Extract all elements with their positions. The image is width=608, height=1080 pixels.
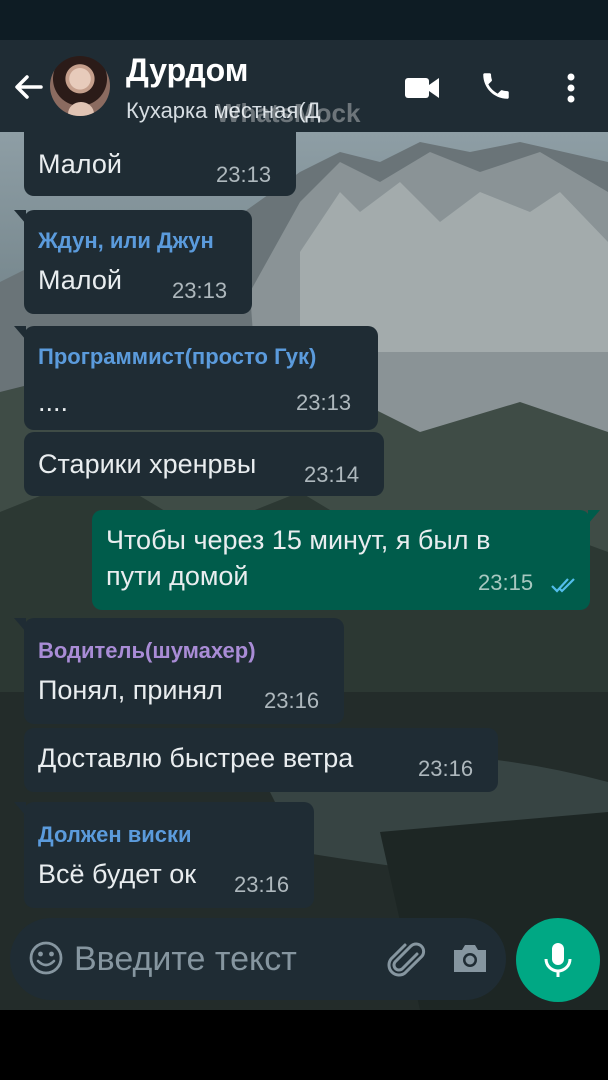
phone-icon [483, 73, 509, 99]
message-text: Малой [38, 149, 122, 179]
message-bubble[interactable]: Доставлю быстрее ветра 23:16 [24, 728, 498, 792]
bubble-tail [14, 802, 26, 816]
chat-title[interactable]: Дурдом [126, 52, 248, 89]
sender-name[interactable]: Программист(просто Гук) [38, 344, 316, 370]
message-composer [10, 918, 506, 1000]
double-check-icon [551, 578, 575, 593]
message-text: пути домой [106, 561, 249, 591]
message-time: 23:16 [418, 756, 474, 781]
voice-message-button[interactable] [516, 918, 600, 1002]
back-arrow-icon [15, 75, 43, 99]
camera-button[interactable] [450, 938, 490, 978]
microphone-icon [544, 943, 572, 977]
message-text: Чтобы через 15 минут, я был в [106, 525, 491, 555]
voice-call-button[interactable] [476, 66, 516, 106]
sender-name[interactable]: Ждун, или Джун [38, 228, 214, 254]
more-options-button[interactable] [556, 66, 586, 110]
bubble-tail [588, 510, 600, 524]
message-bubble[interactable]: Программист(просто Гук) .... 23:13 [14, 326, 378, 430]
camera-icon [454, 945, 486, 972]
avatar[interactable] [50, 56, 110, 116]
sender-name[interactable]: Должен виски [38, 822, 192, 848]
message-bubble[interactable]: Старики хренрвы 23:14 [24, 432, 384, 496]
emoji-icon [29, 941, 63, 975]
message-bubble[interactable]: Водитель(шумахер) Понял, принял 23:16 [14, 618, 344, 724]
message-bubble[interactable]: Малой 23:13 [24, 132, 296, 196]
message-time: 23:16 [234, 872, 290, 897]
paperclip-icon [387, 942, 426, 977]
chat-area[interactable]: Малой 23:13 Ждун, или Джун Малой 23:13 П… [0, 132, 608, 1010]
message-input[interactable] [74, 934, 374, 984]
message-time: 23:16 [264, 688, 320, 713]
bubble-tail [14, 210, 26, 224]
video-camera-icon [405, 78, 439, 98]
message-text: Доставлю быстрее ветра [38, 743, 354, 773]
attach-button[interactable] [384, 938, 426, 980]
message-text: Всё будет ок [38, 859, 197, 889]
status-bar [0, 0, 608, 40]
watermark: WhatsMock [216, 98, 361, 128]
video-call-button[interactable] [402, 68, 442, 108]
message-bubble[interactable]: Ждун, или Джун Малой 23:13 [14, 210, 252, 314]
message-time: 23:14 [304, 462, 360, 487]
message-bubble[interactable]: Должен виски Всё будет ок 23:16 [14, 802, 314, 908]
back-button[interactable] [10, 68, 48, 106]
emoji-button[interactable] [28, 940, 64, 976]
message-text: Понял, принял [38, 675, 223, 705]
more-vert-icon [567, 73, 575, 103]
message-time: 23:13 [216, 162, 272, 187]
outgoing-message-bubble[interactable]: Чтобы через 15 минут, я был в пути домой… [92, 510, 600, 610]
message-time: 23:13 [296, 390, 352, 415]
sender-name[interactable]: Водитель(шумахер) [38, 638, 256, 664]
message-text: Старики хренрвы [38, 449, 257, 479]
message-text: .... [38, 387, 69, 417]
bubble-tail [14, 326, 26, 340]
message-time: 23:15 [478, 570, 534, 595]
bubble-tail [14, 618, 26, 632]
system-nav-bar [0, 1010, 608, 1080]
message-time: 23:13 [172, 278, 228, 303]
app-bar: Дурдом Кухарка местная(Д WhatsMock [0, 40, 608, 132]
message-text: Малой [38, 265, 122, 295]
